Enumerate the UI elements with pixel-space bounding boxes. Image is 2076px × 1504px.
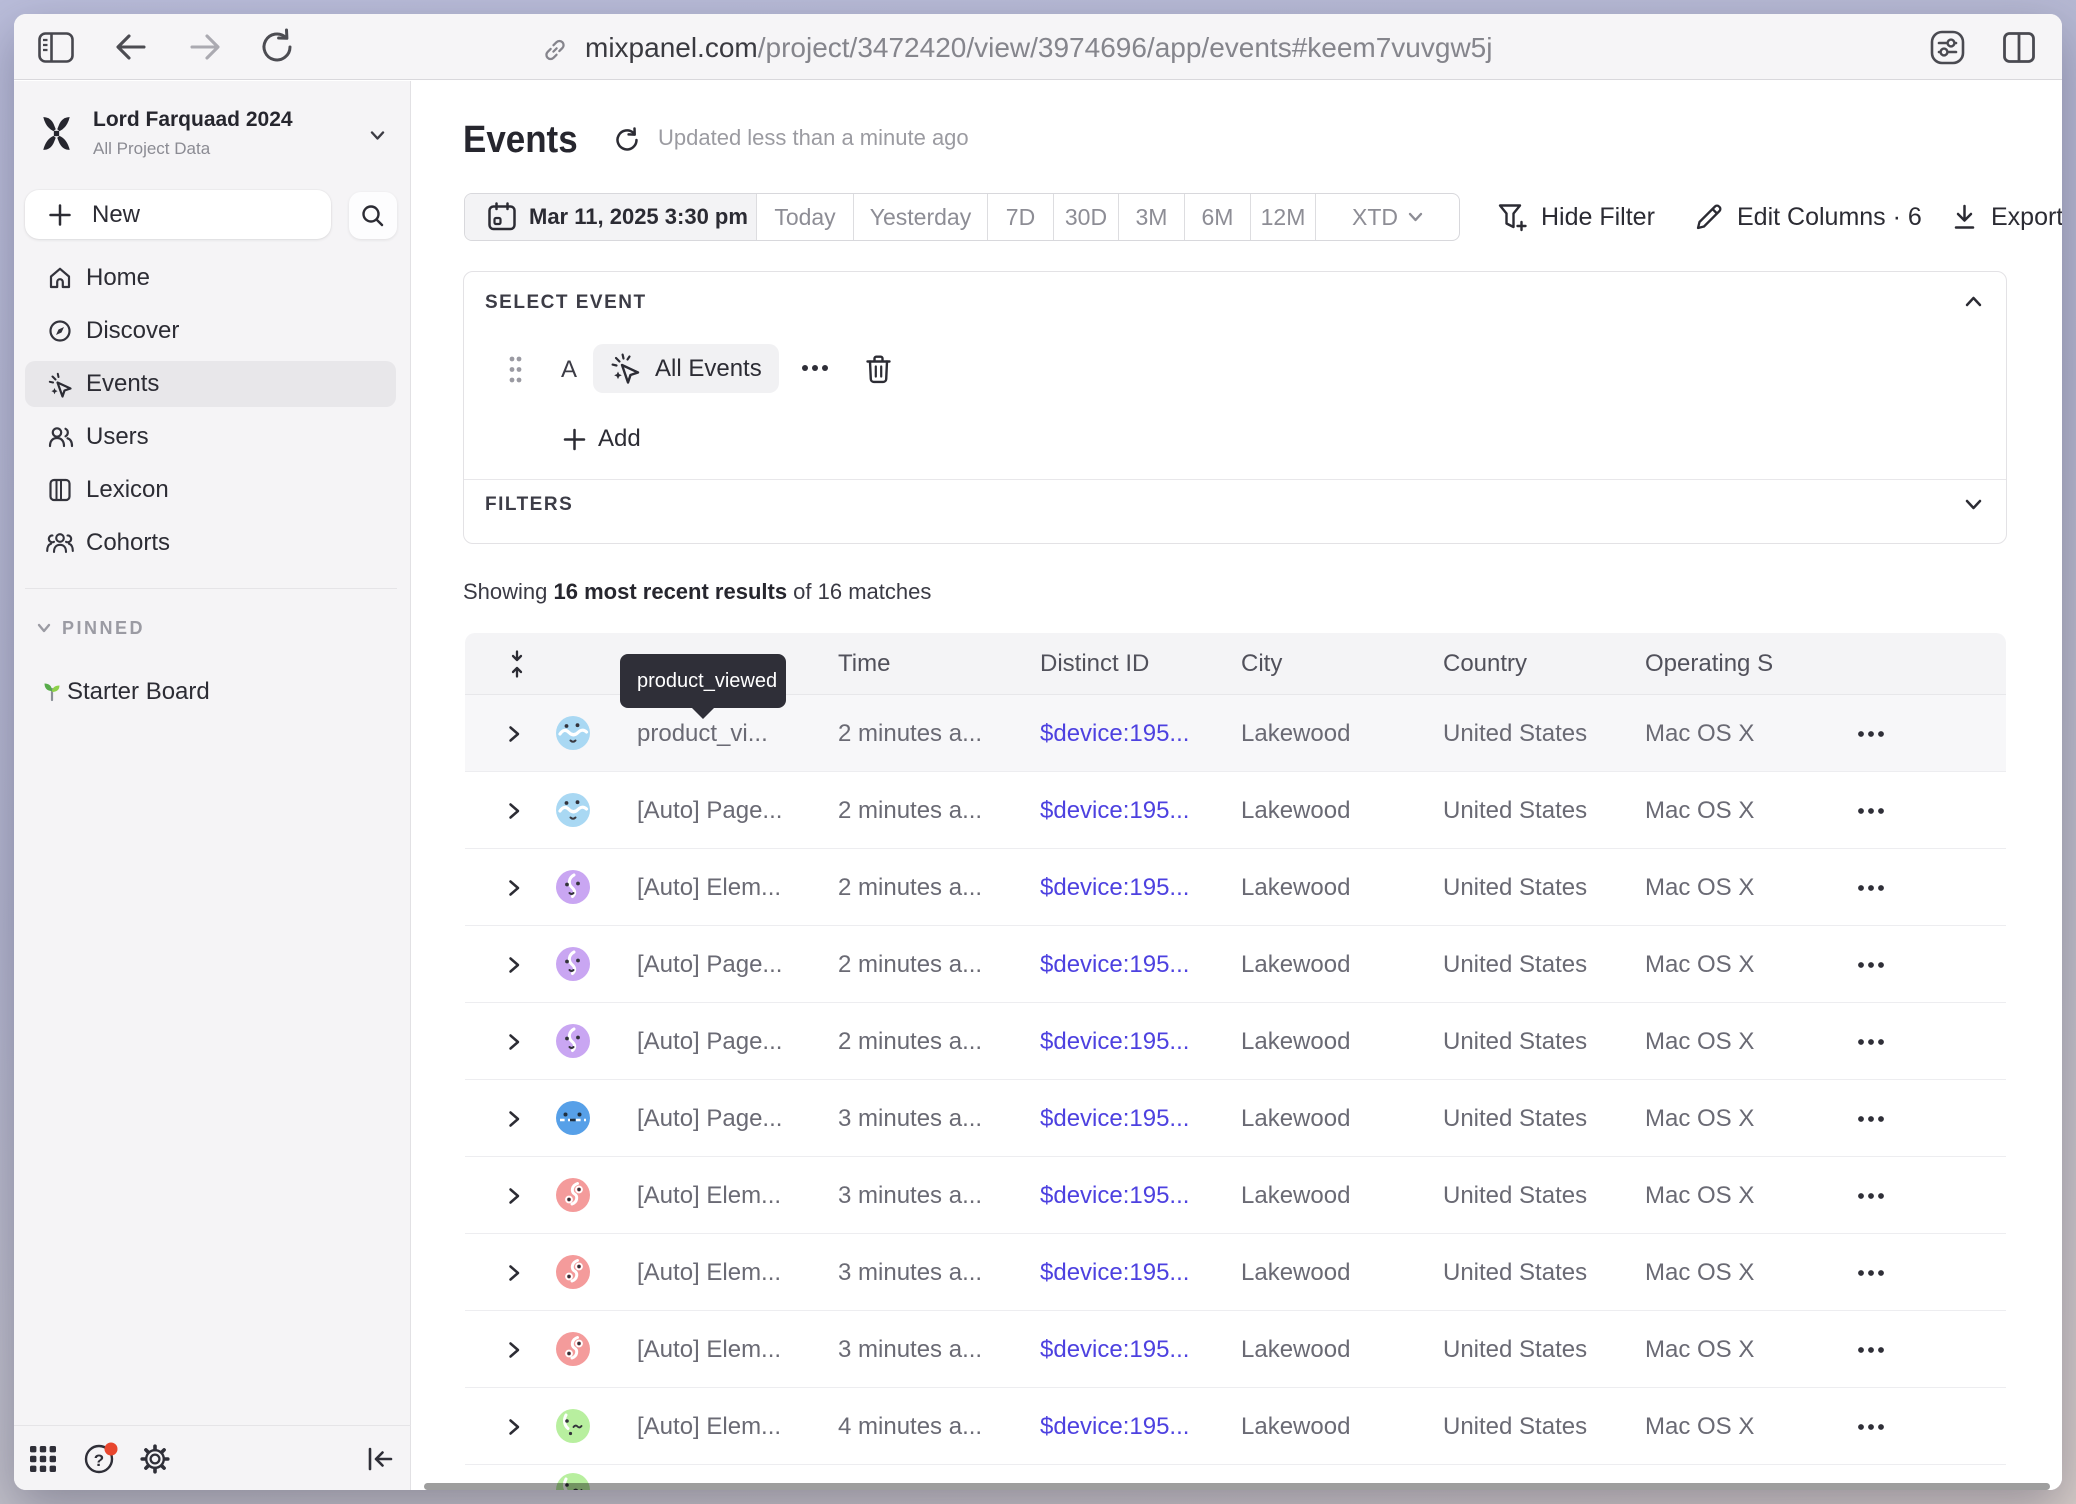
svg-text:?: ? xyxy=(94,1451,104,1470)
